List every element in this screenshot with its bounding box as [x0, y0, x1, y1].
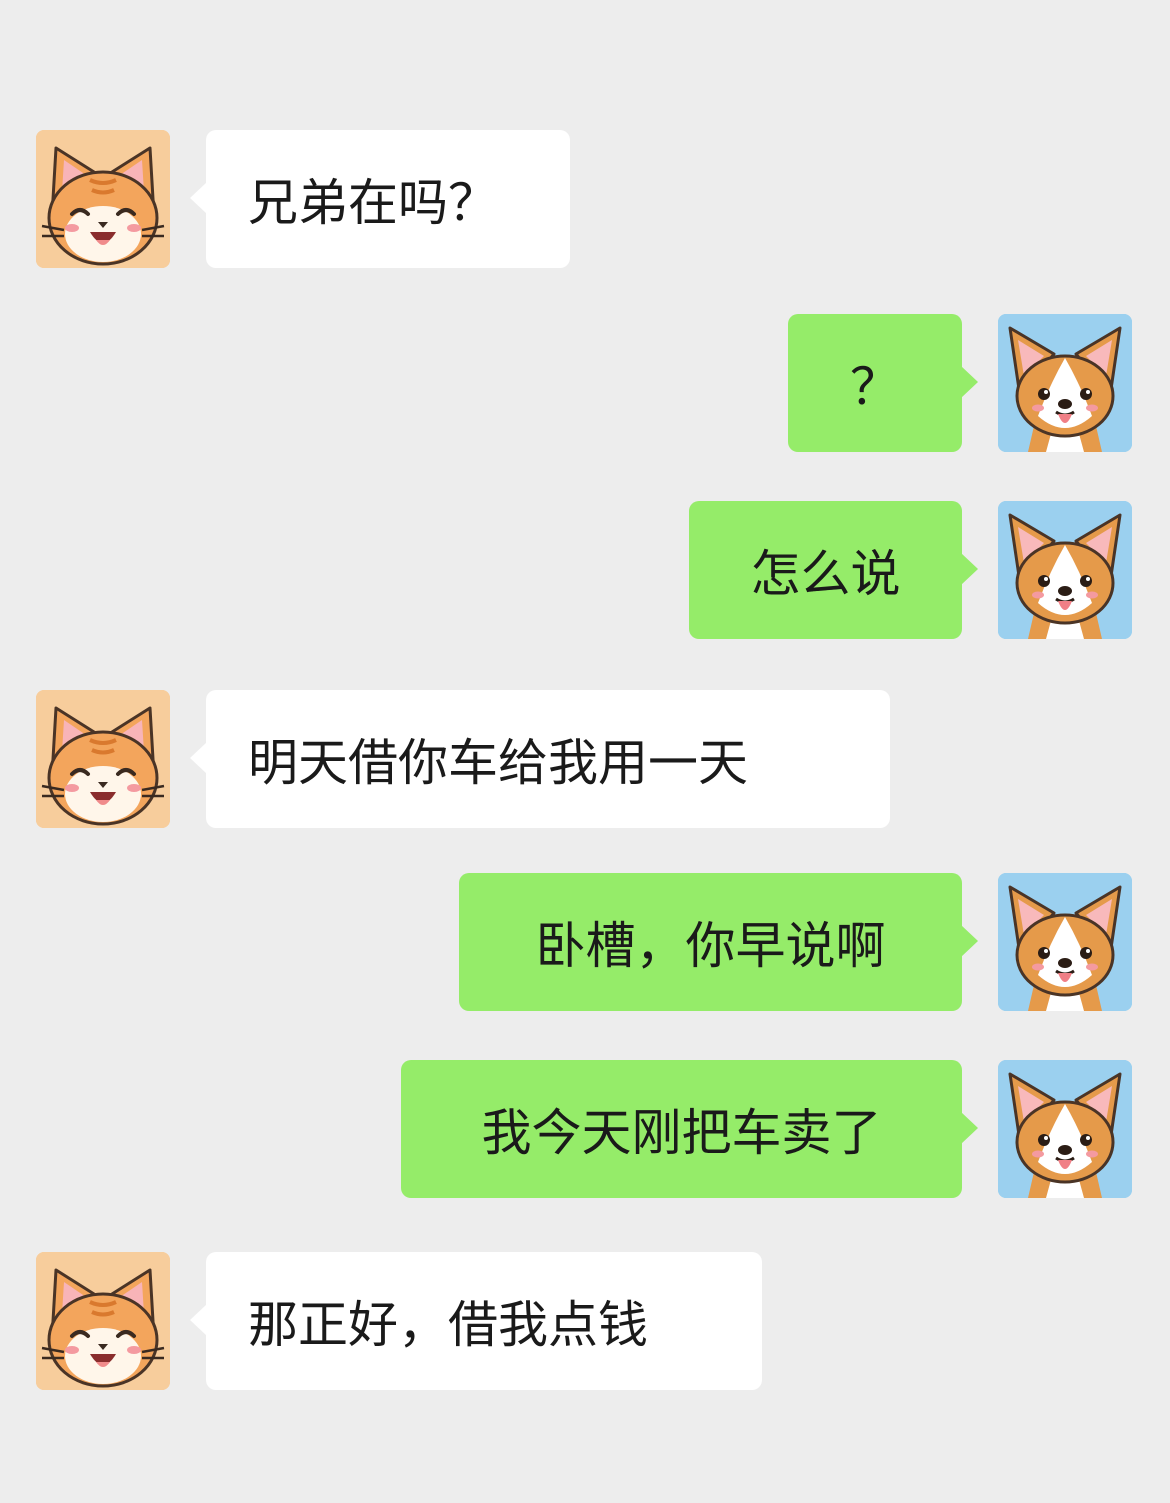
incoming-message-bubble[interactable]: 兄弟在吗？	[206, 130, 570, 268]
dog-avatar-icon[interactable]	[998, 873, 1132, 1011]
dog-avatar-icon[interactable]	[998, 501, 1132, 639]
cat-avatar-icon[interactable]	[36, 130, 170, 268]
dog-avatar-icon[interactable]	[998, 314, 1132, 452]
incoming-message-bubble[interactable]: 明天借你车给我用一天	[206, 690, 890, 828]
chat-area: 兄弟在吗？ ？ 怎么说 明天借你车给我用一天 卧槽，你早说啊 我今天刚把车卖了 …	[0, 0, 1170, 1503]
cat-avatar-icon[interactable]	[36, 690, 170, 828]
outgoing-message-bubble[interactable]: 卧槽，你早说啊	[459, 873, 962, 1011]
outgoing-message-bubble[interactable]: 我今天刚把车卖了	[401, 1060, 962, 1198]
outgoing-message-bubble[interactable]: 怎么说	[689, 501, 962, 639]
cat-avatar-icon[interactable]	[36, 1252, 170, 1390]
dog-avatar-icon[interactable]	[998, 1060, 1132, 1198]
incoming-message-bubble[interactable]: 那正好，借我点钱	[206, 1252, 762, 1390]
outgoing-message-bubble[interactable]: ？	[788, 314, 962, 452]
